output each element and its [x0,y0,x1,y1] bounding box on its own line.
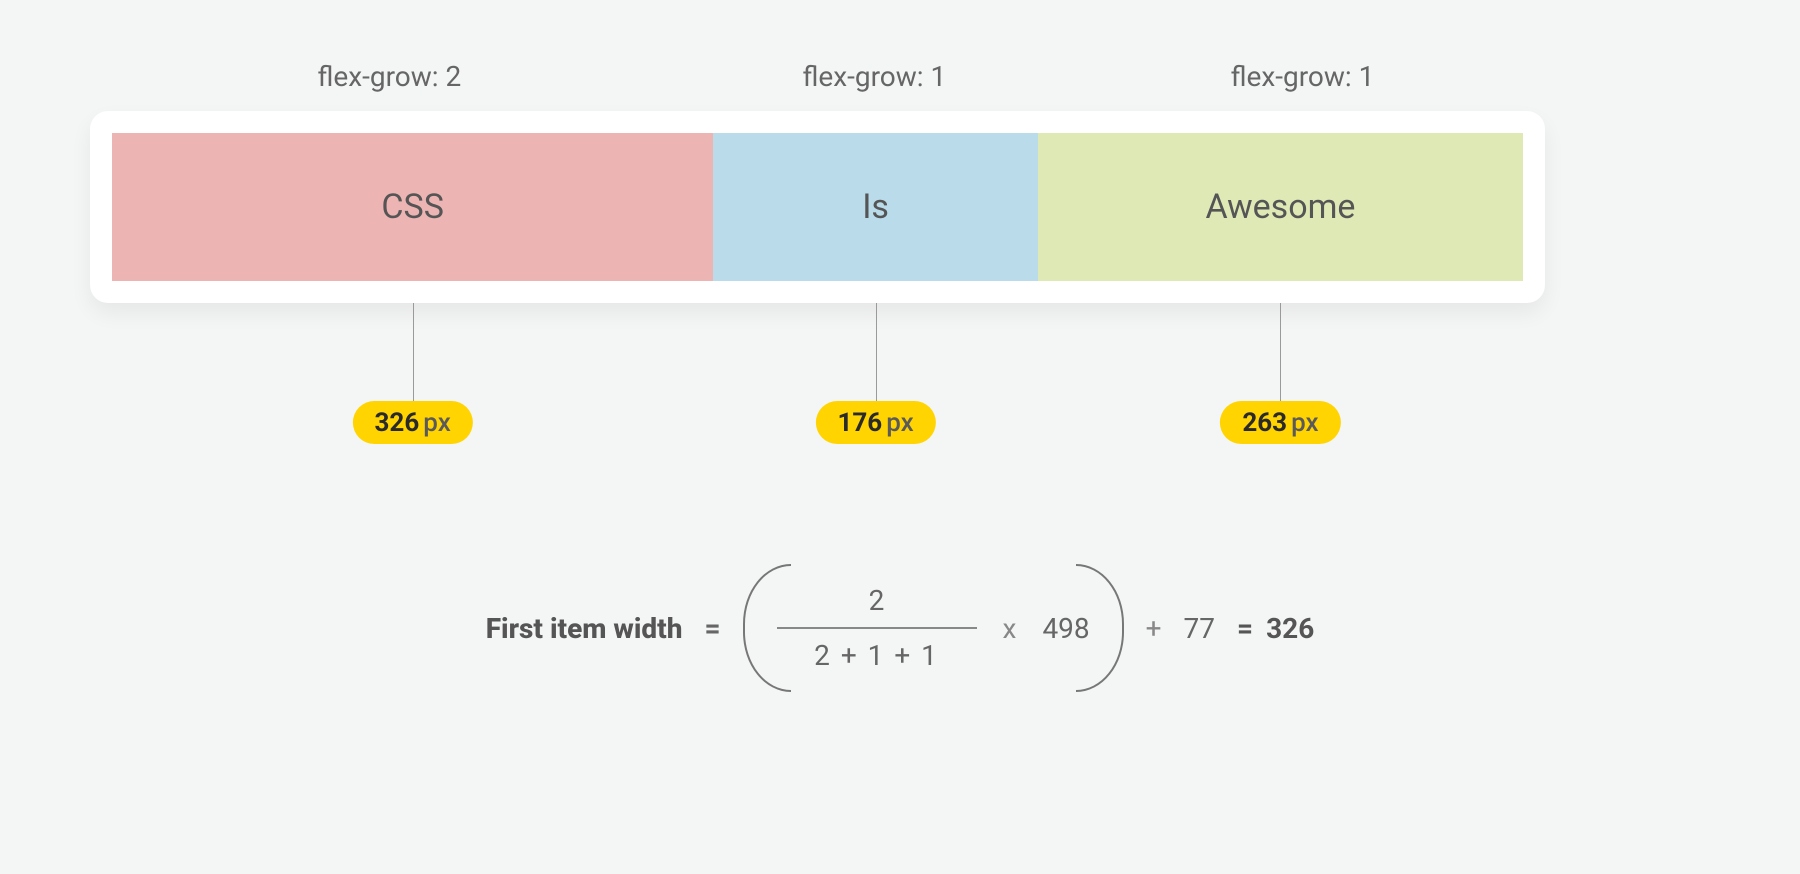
formula-result: 326 [1266,612,1314,645]
formula-multiplier: 498 [1042,612,1089,645]
formula-paren-group: 2 2 + 1 + 1 x 498 [743,580,1124,676]
flex-item-is: Is [713,133,1038,281]
formula-addend: 77 [1184,612,1215,645]
formula-eq2-sign: = [1237,612,1253,645]
formula-multiply-sign: x [1003,612,1017,645]
measure-stem-2 [876,303,877,411]
measure-value-1: 326 [375,408,420,438]
measure-unit-3: px [1291,408,1319,438]
measure-pill-3: 263px [1220,401,1340,444]
measurement-row: 326px 176px 263px [90,303,1545,463]
label-item-3: flex-grow: 1 [1060,60,1545,93]
measure-stem-1 [413,303,414,411]
measure-unit-1: px [423,408,451,438]
formula-lhs: First item width [486,612,683,645]
formula-equals-2: = 326 [1237,612,1314,645]
diagram-stage: flex-grow: 2 flex-grow: 1 flex-grow: 1 C… [90,60,1545,463]
label-item-2: flex-grow: 1 [689,60,1060,93]
measure-stem-3 [1280,303,1281,411]
measure-pill-1: 326px [353,401,473,444]
measure-pill-2: 176px [815,401,935,444]
flex-item-awesome: Awesome [1038,133,1523,281]
formula-fraction: 2 2 + 1 + 1 [777,580,977,676]
measure-value-3: 263 [1242,408,1287,438]
formula-equals-1: = [704,612,720,645]
formula-numerator: 2 [829,580,925,627]
formula-plus-sign: + [1146,612,1162,645]
measure-value-2: 176 [837,408,882,438]
flex-item-css: CSS [112,133,713,281]
formula: First item width = 2 2 + 1 + 1 x 498 + 7… [0,580,1800,676]
measure-unit-2: px [886,408,914,438]
label-item-1: flex-grow: 2 [90,60,689,93]
formula-denominator: 2 + 1 + 1 [790,629,963,676]
flex-grow-labels: flex-grow: 2 flex-grow: 1 flex-grow: 1 [90,60,1545,93]
flex-container-panel: CSS Is Awesome [90,111,1545,303]
flex-row: CSS Is Awesome [112,133,1523,281]
